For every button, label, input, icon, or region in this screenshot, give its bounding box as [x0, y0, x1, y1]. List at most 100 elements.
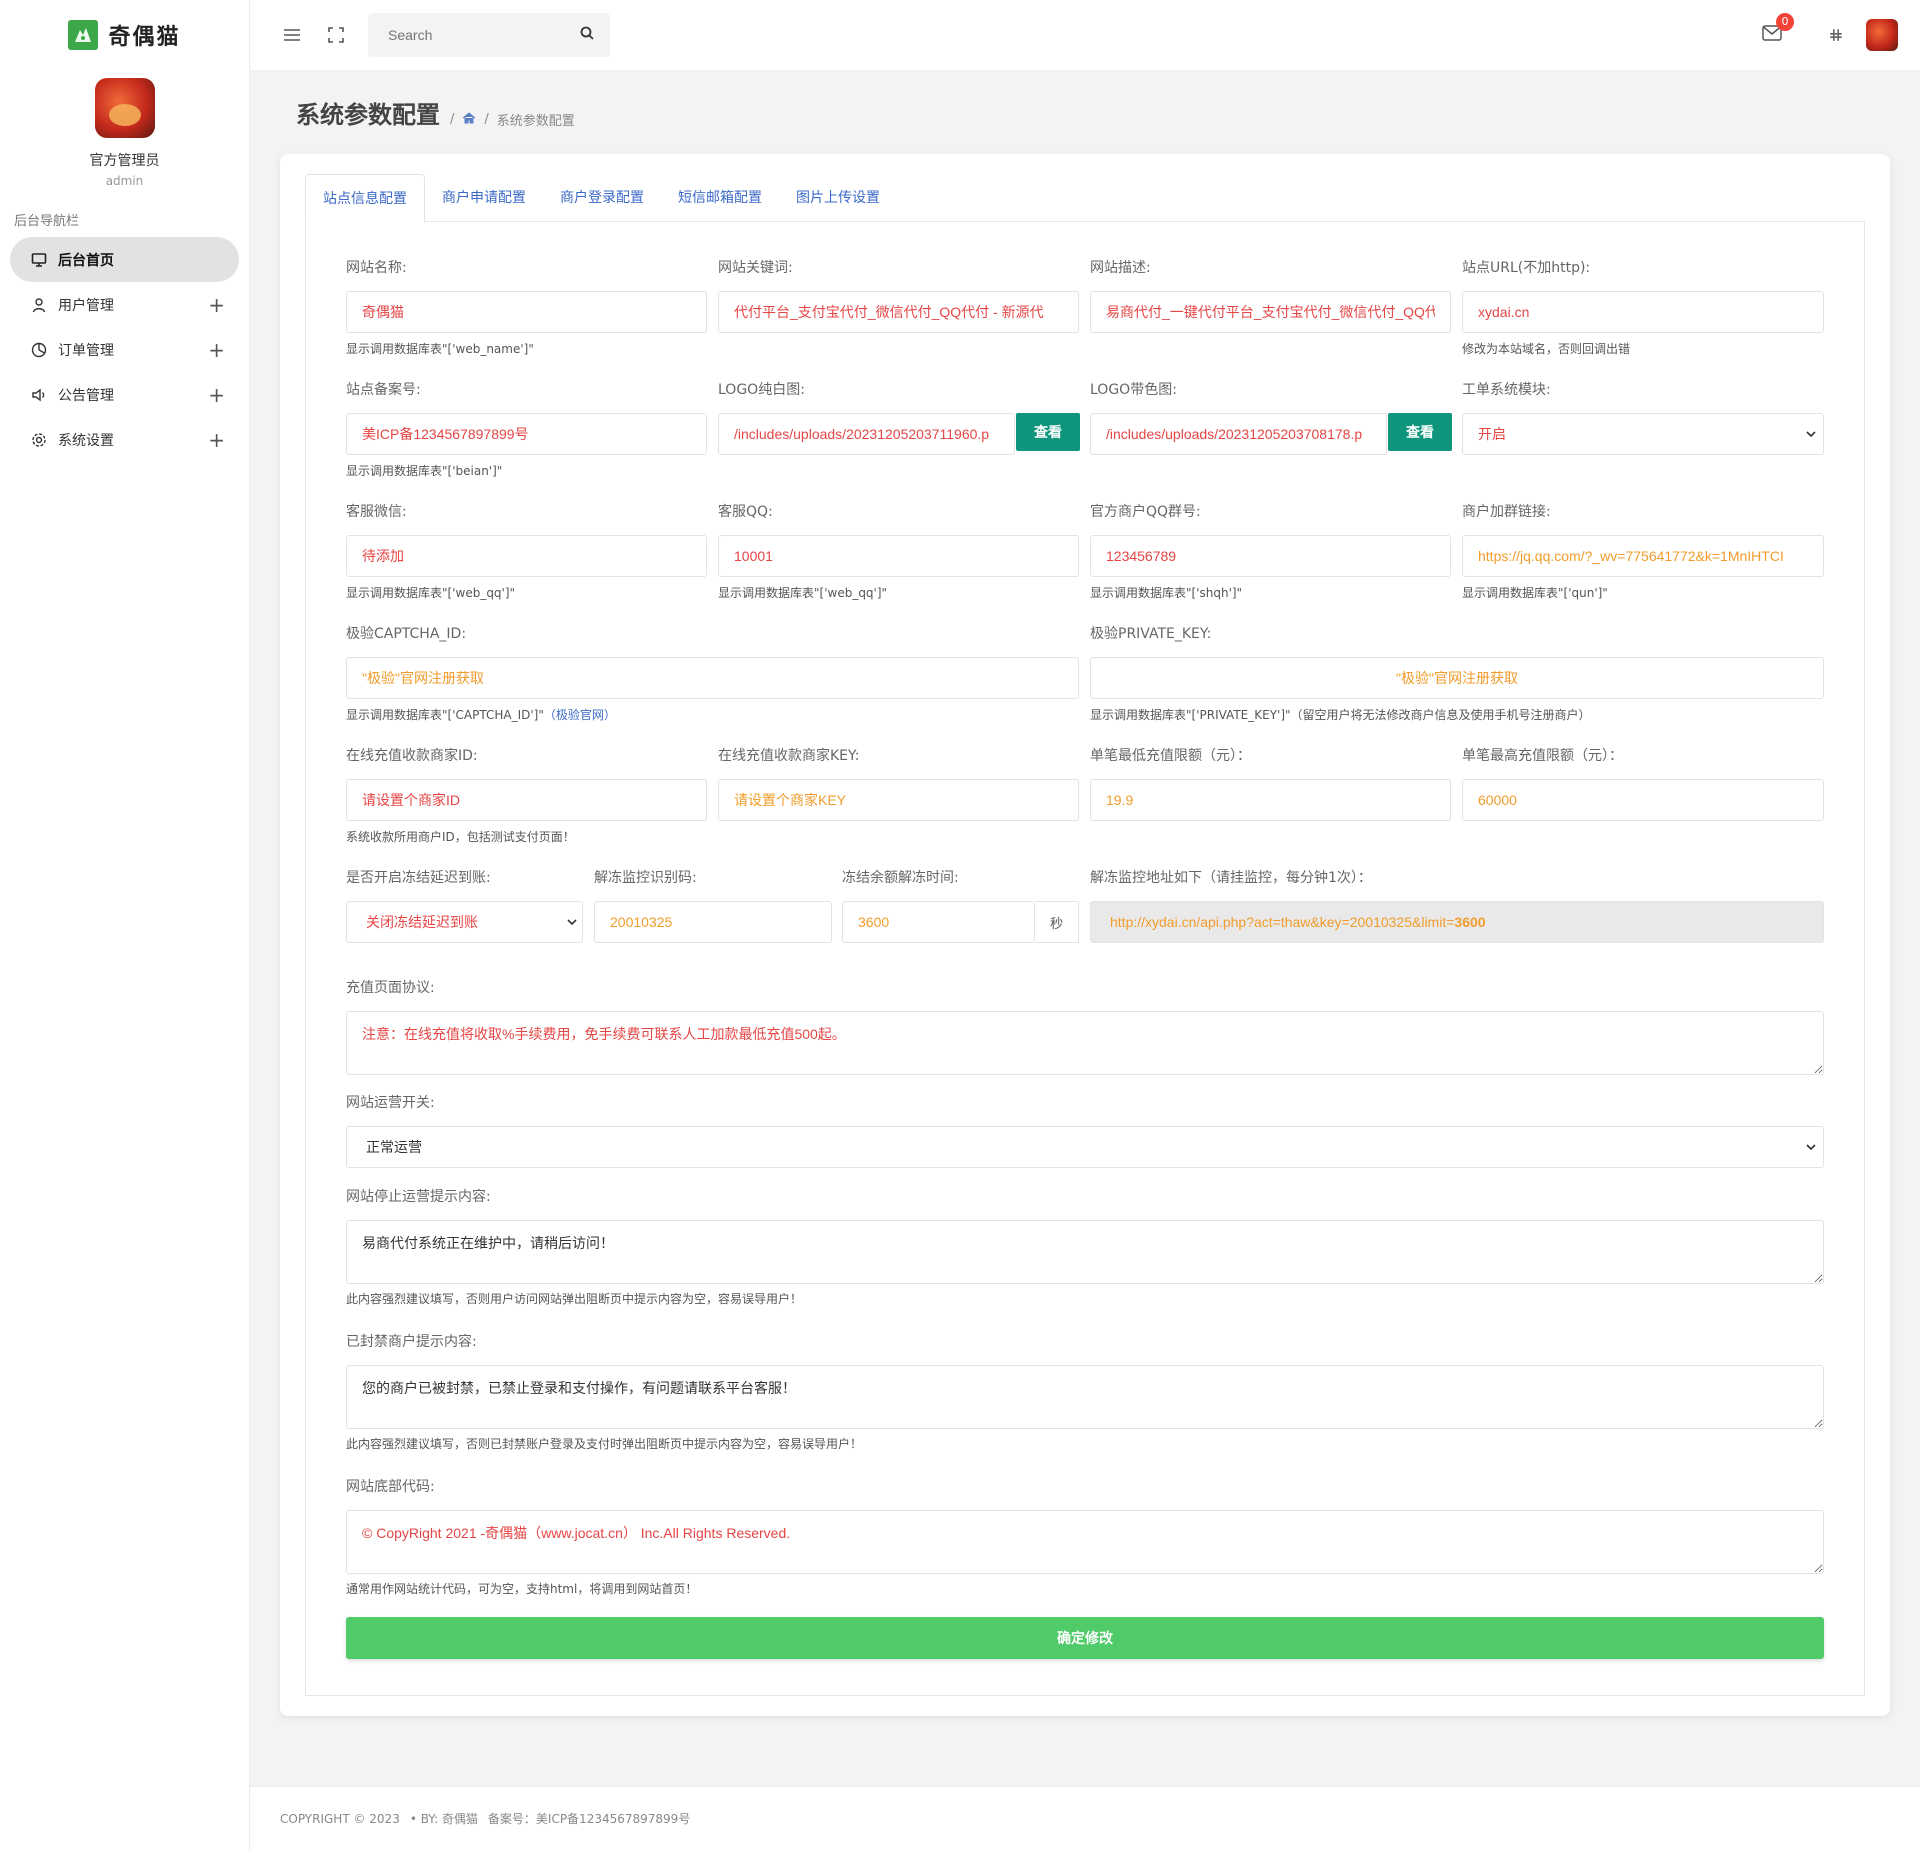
footer-beian[interactable]: 备案号：美ICP备1234567897899号 — [488, 1810, 690, 1827]
ban-msg-hint: 此内容强烈建议填写，否则已封禁账户登录及支付时弹出阻断页中提示内容为空，容易误导… — [346, 1437, 863, 1451]
sidebar-item-notices[interactable]: 公告管理 + — [10, 372, 239, 417]
captcha-id-label: 极验CAPTCHA_ID: — [346, 626, 467, 642]
min-recharge-input[interactable] — [1090, 779, 1451, 821]
avatar[interactable] — [94, 78, 155, 138]
qq-group-hint: 显示调用数据库表"['shqh']" — [1090, 586, 1243, 600]
expand-icon[interactable]: + — [208, 428, 225, 452]
brand-name: 奇偶猫 — [108, 25, 181, 50]
tab-image-upload[interactable]: 图片上传设置 — [779, 174, 897, 222]
switch-select[interactable]: 正常运营 — [346, 1126, 1824, 1168]
footer-code-textarea[interactable]: © CopyRight 2021 -奇偶猫（www.jocat.cn） Inc.… — [346, 1510, 1824, 1574]
keywords-input[interactable] — [718, 291, 1079, 333]
description-input[interactable] — [1090, 291, 1451, 333]
user-icon — [30, 296, 48, 314]
site-url-label: 站点URL(不加http): — [1462, 260, 1591, 276]
merchant-id-label: 在线充值收款商家ID: — [346, 748, 478, 764]
expand-icon[interactable]: + — [208, 383, 225, 407]
geetest-link[interactable]: （极验官网） — [544, 708, 616, 722]
stop-msg-textarea[interactable]: 易商代付系统正在维护中，请稍后访问！ — [346, 1220, 1824, 1284]
sidebar-item-users[interactable]: 用户管理 + — [10, 282, 239, 327]
tab-sms-email[interactable]: 短信邮箱配置 — [661, 174, 779, 222]
logo-color-label: LOGO带色图: — [1090, 382, 1177, 398]
sidebar: 奇偶猫 官方管理员 admin 后台导航栏 后台首页 用户管理 + 订单管理 + — [0, 0, 250, 1850]
qq-hint: 显示调用数据库表"['web_qq']" — [718, 586, 888, 600]
ban-msg-textarea[interactable]: 您的商户已被封禁，已禁止登录和支付操作，有问题请联系平台客服！ — [346, 1365, 1824, 1429]
footer-by: • BY: 奇偶猫 — [409, 1812, 478, 1826]
captcha-id-input[interactable] — [346, 657, 1079, 699]
max-recharge-input[interactable] — [1462, 779, 1824, 821]
logo-color-input[interactable] — [1090, 413, 1387, 455]
wechat-input[interactable] — [346, 535, 707, 577]
expand-icon[interactable]: + — [208, 293, 225, 317]
cat-logo-icon — [68, 20, 99, 50]
gear-icon — [30, 431, 48, 449]
beian-hint: 显示调用数据库表"['beian']" — [346, 464, 503, 478]
sidebar-item-home[interactable]: 后台首页 — [10, 237, 239, 282]
page-title: 系统参数配置 — [296, 101, 440, 129]
group-link-input[interactable] — [1462, 535, 1824, 577]
search-icon[interactable] — [580, 26, 594, 44]
thaw-url-label: 解冻监控地址如下（请挂监控，每分钟1次）： — [1090, 870, 1372, 886]
web-name-hint: 显示调用数据库表"['web_name']" — [346, 342, 534, 356]
qq-label: 客服QQ: — [718, 504, 773, 520]
agreement-textarea[interactable]: 注意：在线充值将收取%手续费用，免手续费可联系人工加款最低充值500起。 — [346, 1011, 1824, 1075]
breadcrumb-separator: / — [450, 112, 455, 127]
thaw-url-limit: 3600 — [1454, 914, 1486, 930]
menu-icon[interactable] — [280, 23, 304, 47]
search-box — [368, 13, 610, 57]
private-key-input[interactable] — [1090, 657, 1824, 699]
min-recharge-label: 单笔最低充值限额（元）： — [1090, 748, 1251, 764]
ticket-select[interactable]: 开启 — [1462, 413, 1824, 455]
config-tabs: 站点信息配置 商户申请配置 商户登录配置 短信邮箱配置 图片上传设置 — [305, 174, 1865, 223]
web-name-label: 网站名称: — [346, 260, 407, 276]
qq-input[interactable] — [718, 535, 1079, 577]
tab-merchant-login[interactable]: 商户登录配置 — [543, 174, 661, 222]
tab-merchant-apply[interactable]: 商户申请配置 — [425, 174, 543, 222]
site-url-input[interactable] — [1462, 291, 1824, 333]
freeze-select[interactable]: 关闭冻结延迟到账 — [346, 901, 583, 943]
sidebar-item-settings[interactable]: 系统设置 + — [10, 417, 239, 462]
thaw-code-input[interactable] — [594, 901, 832, 943]
description-label: 网站描述: — [1090, 260, 1151, 276]
fullscreen-icon[interactable] — [324, 23, 348, 47]
sidebar-item-label: 订单管理 — [58, 342, 114, 359]
search-input[interactable] — [388, 27, 580, 43]
breadcrumb-separator: / — [484, 112, 489, 127]
tab-site-info[interactable]: 站点信息配置 — [305, 174, 425, 223]
topbar-right: 0 — [1762, 0, 1920, 70]
sidebar-item-label: 用户管理 — [58, 297, 114, 314]
captcha-id-hint-text: 显示调用数据库表"['CAPTCHA_ID']" — [346, 708, 544, 722]
web-name-input[interactable] — [346, 291, 707, 333]
logo-white-input[interactable] — [718, 413, 1015, 455]
ban-msg-label: 已封禁商户提示内容: — [346, 1334, 477, 1350]
slack-icon[interactable] — [1824, 23, 1848, 47]
private-key-hint: 显示调用数据库表"['PRIVATE_KEY']"（留空用户将无法修改商户信息及… — [1090, 708, 1591, 722]
nav-title: 后台导航栏 — [14, 214, 80, 229]
thaw-url-field[interactable]: http://xydai.cn/api.php?act=thaw&key=200… — [1090, 901, 1824, 943]
mail-icon[interactable]: 0 — [1762, 13, 1794, 45]
merchant-id-input[interactable] — [346, 779, 707, 821]
submit-button[interactable]: 确定修改 — [346, 1617, 1824, 1659]
footer-copyright: COPYRIGHT © 2023 — [280, 1811, 400, 1826]
wechat-hint: 显示调用数据库表"['web_qq']" — [346, 586, 516, 600]
seconds-suffix: 秒 — [1035, 901, 1079, 943]
user-avatar[interactable] — [1866, 19, 1898, 51]
qq-group-input[interactable] — [1090, 535, 1451, 577]
beian-label: 站点备案号: — [346, 382, 421, 398]
brand[interactable]: 奇偶猫 — [0, 0, 249, 70]
profile: 官方管理员 admin — [0, 70, 249, 188]
max-recharge-label: 单笔最高充值限额（元）： — [1462, 748, 1623, 764]
expand-icon[interactable]: + — [208, 338, 225, 362]
wechat-label: 客服微信: — [346, 504, 407, 520]
pie-chart-icon — [30, 341, 48, 359]
logo-white-view-button[interactable]: 查看 — [1016, 413, 1080, 451]
home-icon[interactable] — [462, 111, 476, 128]
sidebar-item-orders[interactable]: 订单管理 + — [10, 327, 239, 372]
merchant-key-input[interactable] — [718, 779, 1079, 821]
stop-msg-label: 网站停止运营提示内容: — [346, 1189, 491, 1205]
profile-name: 官方管理员 — [89, 153, 160, 169]
beian-input[interactable] — [346, 413, 707, 455]
thaw-code-label: 解冻监控识别码: — [594, 870, 697, 886]
thaw-time-input[interactable] — [842, 901, 1035, 943]
logo-color-view-button[interactable]: 查看 — [1388, 413, 1452, 451]
